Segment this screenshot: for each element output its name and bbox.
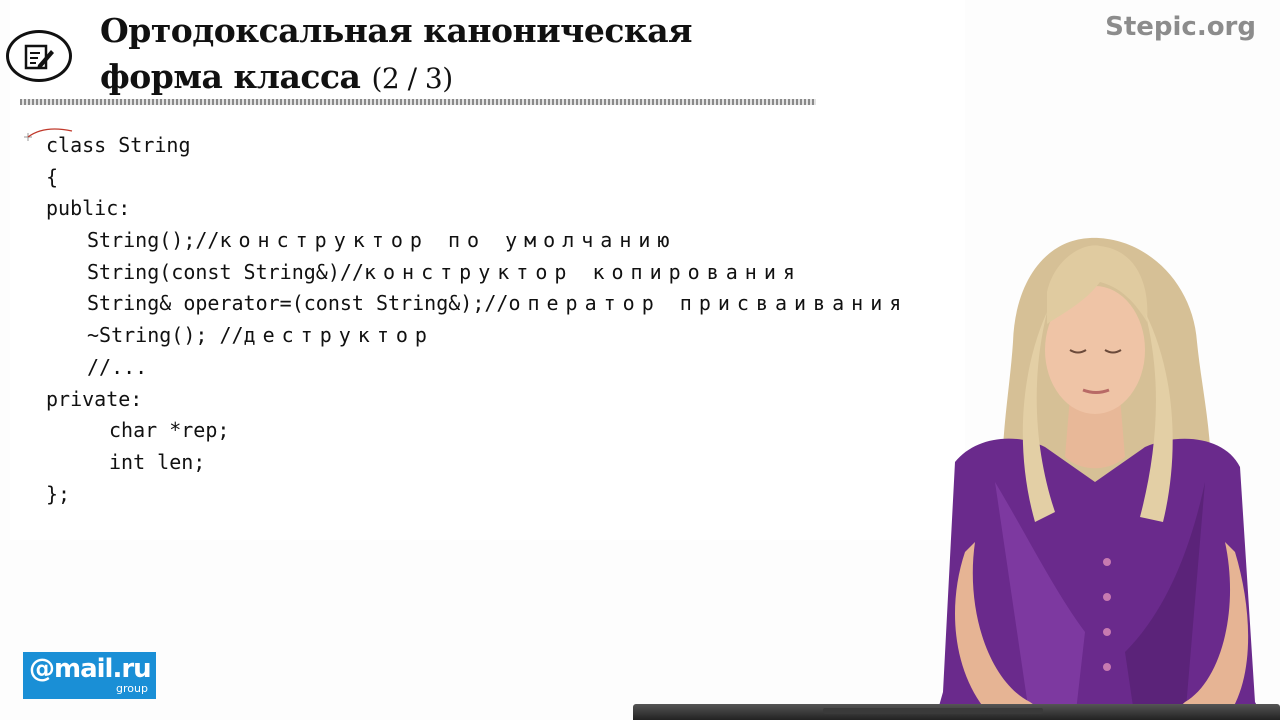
- code-text: String(const String&)//: [87, 259, 364, 284]
- code-block: class String { public: String();//констр…: [46, 130, 908, 510]
- code-comment: конструктор копирования: [363, 259, 802, 284]
- title-line-2-text: форма класса: [100, 57, 361, 96]
- code-comment: деструктор: [243, 323, 434, 348]
- code-line: class String: [46, 133, 191, 157]
- stepic-watermark: Stepic.org: [1105, 12, 1256, 42]
- code-comment: конструктор по умолчанию: [219, 228, 677, 253]
- code-line: {: [46, 164, 59, 189]
- lecture-slide: Ортодоксальная каноническая форма класса…: [0, 0, 1280, 720]
- note-pencil-icon: [6, 30, 72, 82]
- code-line: private:: [46, 386, 143, 411]
- presenter-video: [935, 237, 1265, 720]
- title-line-2: форма класса (2 / 3): [100, 54, 820, 102]
- slide-title: Ортодоксальная каноническая форма класса…: [100, 8, 820, 102]
- laptop-edge: [633, 704, 1280, 720]
- page-indicator: (2 / 3): [371, 62, 453, 95]
- mailru-logo-sub: group: [116, 682, 148, 695]
- mailru-group-logo: @mail.ru group: [23, 652, 156, 699]
- code-comment: оператор присваивания: [508, 291, 909, 316]
- code-line: String();//конструктор по умолчанию: [46, 225, 908, 257]
- code-line: String& operator=(const String&);//опера…: [46, 288, 908, 320]
- code-line: //...: [87, 354, 148, 379]
- title-line-1: Ортодоксальная каноническая: [100, 11, 693, 50]
- code-line: };: [46, 481, 71, 506]
- code-line: public:: [46, 196, 131, 221]
- code-text: String();//: [87, 228, 220, 253]
- laptop-hinge: [823, 708, 1043, 714]
- code-text: String& operator=(const String&);//: [87, 291, 509, 316]
- mailru-logo-text: @mail.ru: [29, 654, 152, 684]
- code-text: ~String(); //: [87, 323, 244, 348]
- code-line: ~String(); //деструктор: [46, 320, 908, 352]
- code-line: char *rep;: [109, 418, 230, 443]
- title-divider: [20, 99, 816, 105]
- code-line: int len;: [109, 449, 206, 474]
- code-line: String(const String&)//конструктор копир…: [46, 257, 908, 289]
